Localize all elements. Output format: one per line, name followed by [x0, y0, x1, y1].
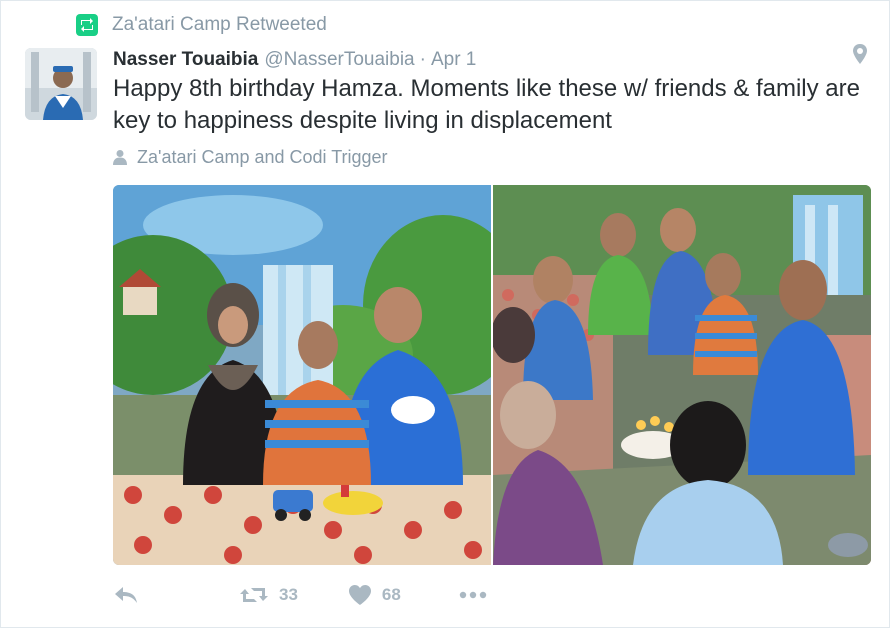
retweet-context-label: Za'atari Camp Retweeted: [112, 14, 327, 35]
photo-2[interactable]: [493, 185, 871, 565]
photo-1[interactable]: [113, 185, 491, 565]
tweet-text: Happy 8th birthday Hamza. Moments like t…: [113, 75, 860, 134]
more-button[interactable]: [459, 591, 497, 599]
author-handle[interactable]: @NasserTouaibia: [264, 49, 414, 71]
author-name[interactable]: Nasser Touaibia: [113, 49, 258, 71]
reply-icon: [115, 587, 137, 603]
tweet-date[interactable]: Apr 1: [431, 49, 476, 71]
tagged-users[interactable]: Za'atari Camp and Codi Trigger: [113, 145, 388, 169]
like-button[interactable]: 68: [348, 584, 401, 606]
retweet-count: 33: [279, 585, 298, 604]
separator: ·: [419, 49, 426, 70]
person-icon: [113, 150, 127, 165]
location-pin-icon[interactable]: [851, 43, 869, 65]
reply-button[interactable]: [113, 585, 149, 605]
retweet-icon: [76, 14, 98, 36]
like-count: 68: [381, 585, 401, 604]
retweet-icon: [240, 588, 268, 602]
tweet-card[interactable]: Za'atari Camp Retweeted Nasser Touaibia …: [0, 0, 890, 628]
retweet-button[interactable]: 33: [239, 585, 298, 605]
more-icon: [459, 591, 487, 599]
tweet-actions: 33 68: [113, 581, 497, 609]
tagged-users-label: Za'atari Camp and Codi Trigger: [137, 146, 388, 167]
tweet-header: Nasser Touaibia @NasserTouaibia · Apr 1: [113, 49, 476, 75]
avatar[interactable]: [25, 48, 97, 120]
retweet-context[interactable]: Za'atari Camp Retweeted: [76, 13, 327, 37]
heart-icon: [348, 585, 371, 605]
media-grid: [113, 185, 871, 565]
